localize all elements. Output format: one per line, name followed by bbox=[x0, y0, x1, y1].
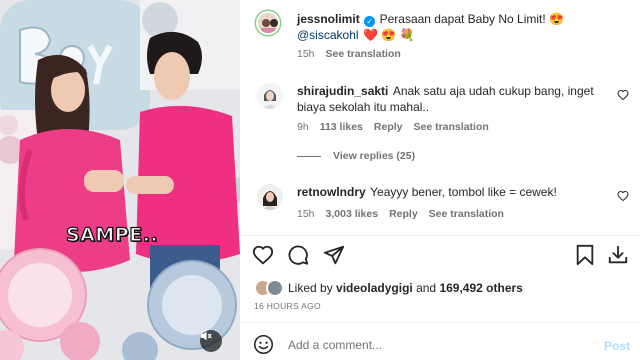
emoji-picker-icon[interactable] bbox=[253, 334, 274, 355]
comment-meta: 9h 113 likes Reply See translation bbox=[297, 121, 489, 133]
liker-avatar bbox=[266, 279, 284, 297]
comment-likes-count[interactable]: 113 likes bbox=[320, 121, 363, 133]
save-bookmark-icon[interactable] bbox=[574, 244, 596, 266]
post-media[interactable]: SAMPE.. bbox=[0, 0, 240, 360]
comment-like-heart-icon[interactable] bbox=[617, 89, 629, 101]
liked-by-and: and bbox=[416, 281, 437, 295]
view-replies-button[interactable]: View replies (25) bbox=[297, 150, 415, 162]
author-avatar[interactable] bbox=[256, 11, 280, 35]
liked-by-row: Liked by videoladygigi and 169,492 other… bbox=[254, 279, 523, 297]
caption-emojis: ❤️ 😍 💐 bbox=[363, 28, 415, 42]
comment-reply-button[interactable]: Reply bbox=[374, 121, 403, 133]
comment-bubble-icon[interactable] bbox=[287, 244, 309, 266]
liked-by-others-link[interactable]: 169,492 others bbox=[439, 281, 522, 295]
caption-text: Perasaan dapat Baby No Limit! 😍 bbox=[379, 12, 564, 26]
liked-by-avatars[interactable] bbox=[254, 279, 286, 297]
post-comment-button[interactable]: Post bbox=[604, 339, 630, 353]
comment-time[interactable]: 9h bbox=[297, 121, 309, 133]
speaker-muted-icon bbox=[201, 331, 212, 341]
caption-meta: 15h See translation bbox=[297, 48, 401, 60]
comment-likes-count[interactable]: 3,003 likes bbox=[326, 208, 379, 220]
add-comment-input[interactable] bbox=[288, 336, 588, 354]
comment-avatar[interactable] bbox=[257, 83, 283, 109]
like-heart-icon[interactable] bbox=[252, 244, 274, 266]
mute-toggle-button[interactable] bbox=[200, 330, 222, 352]
share-send-icon[interactable] bbox=[323, 244, 345, 266]
comment-like-heart-icon[interactable] bbox=[617, 190, 629, 202]
video-caption-overlay: SAMPE.. bbox=[65, 223, 159, 246]
comment-avatar-image bbox=[257, 83, 283, 109]
comment-meta: 15h 3,003 likes Reply See translation bbox=[297, 208, 504, 220]
caption-mention-link[interactable]: @siscakohl bbox=[297, 28, 359, 42]
comment-item: shirajudin_sakti Anak satu aja udah cuku… bbox=[297, 83, 617, 115]
comment-username[interactable]: shirajudin_sakti bbox=[297, 84, 388, 98]
author-avatar-image bbox=[258, 13, 278, 33]
post-timestamp[interactable]: 16 HOURS AGO bbox=[254, 301, 321, 311]
actions-divider bbox=[240, 235, 640, 236]
liked-by-user-link[interactable]: videoladygigi bbox=[336, 281, 413, 295]
liked-by-text: Liked by videoladygigi and 169,492 other… bbox=[288, 281, 523, 295]
post-details-panel: jessnolimit ✓ Perasaan dapat Baby No Lim… bbox=[240, 0, 640, 360]
comment-see-translation[interactable]: See translation bbox=[429, 208, 504, 220]
verified-badge-icon: ✓ bbox=[364, 16, 376, 27]
caption-see-translation[interactable]: See translation bbox=[326, 48, 401, 60]
media-illustration bbox=[0, 0, 240, 360]
replies-line-divider bbox=[297, 155, 321, 157]
liked-by-prefix: Liked by bbox=[288, 281, 333, 295]
view-replies-label: View replies (25) bbox=[333, 150, 416, 162]
comment-text-line2: biaya sekolah itu mahal.. bbox=[297, 100, 430, 114]
comment-avatar-image bbox=[257, 184, 283, 210]
composer-divider bbox=[240, 322, 640, 323]
comment-text-line1: Anak satu aja udah cukup bang, inget bbox=[392, 84, 594, 98]
comment-text: Yeayyy bener, tombol like = cewek! bbox=[370, 185, 557, 199]
author-username[interactable]: jessnolimit bbox=[297, 12, 360, 26]
comment-avatar[interactable] bbox=[257, 184, 283, 210]
comment-username[interactable]: retnowlndry bbox=[297, 185, 366, 199]
comment-see-translation[interactable]: See translation bbox=[414, 121, 489, 133]
download-icon[interactable] bbox=[607, 244, 629, 266]
comment-time[interactable]: 15h bbox=[297, 208, 315, 220]
comment-item: retnowlndry Yeayyy bener, tombol like = … bbox=[297, 184, 617, 200]
post-action-bar bbox=[240, 238, 640, 274]
post-caption: jessnolimit ✓ Perasaan dapat Baby No Lim… bbox=[297, 11, 627, 43]
comment-reply-button[interactable]: Reply bbox=[389, 208, 418, 220]
caption-time[interactable]: 15h bbox=[297, 48, 315, 60]
